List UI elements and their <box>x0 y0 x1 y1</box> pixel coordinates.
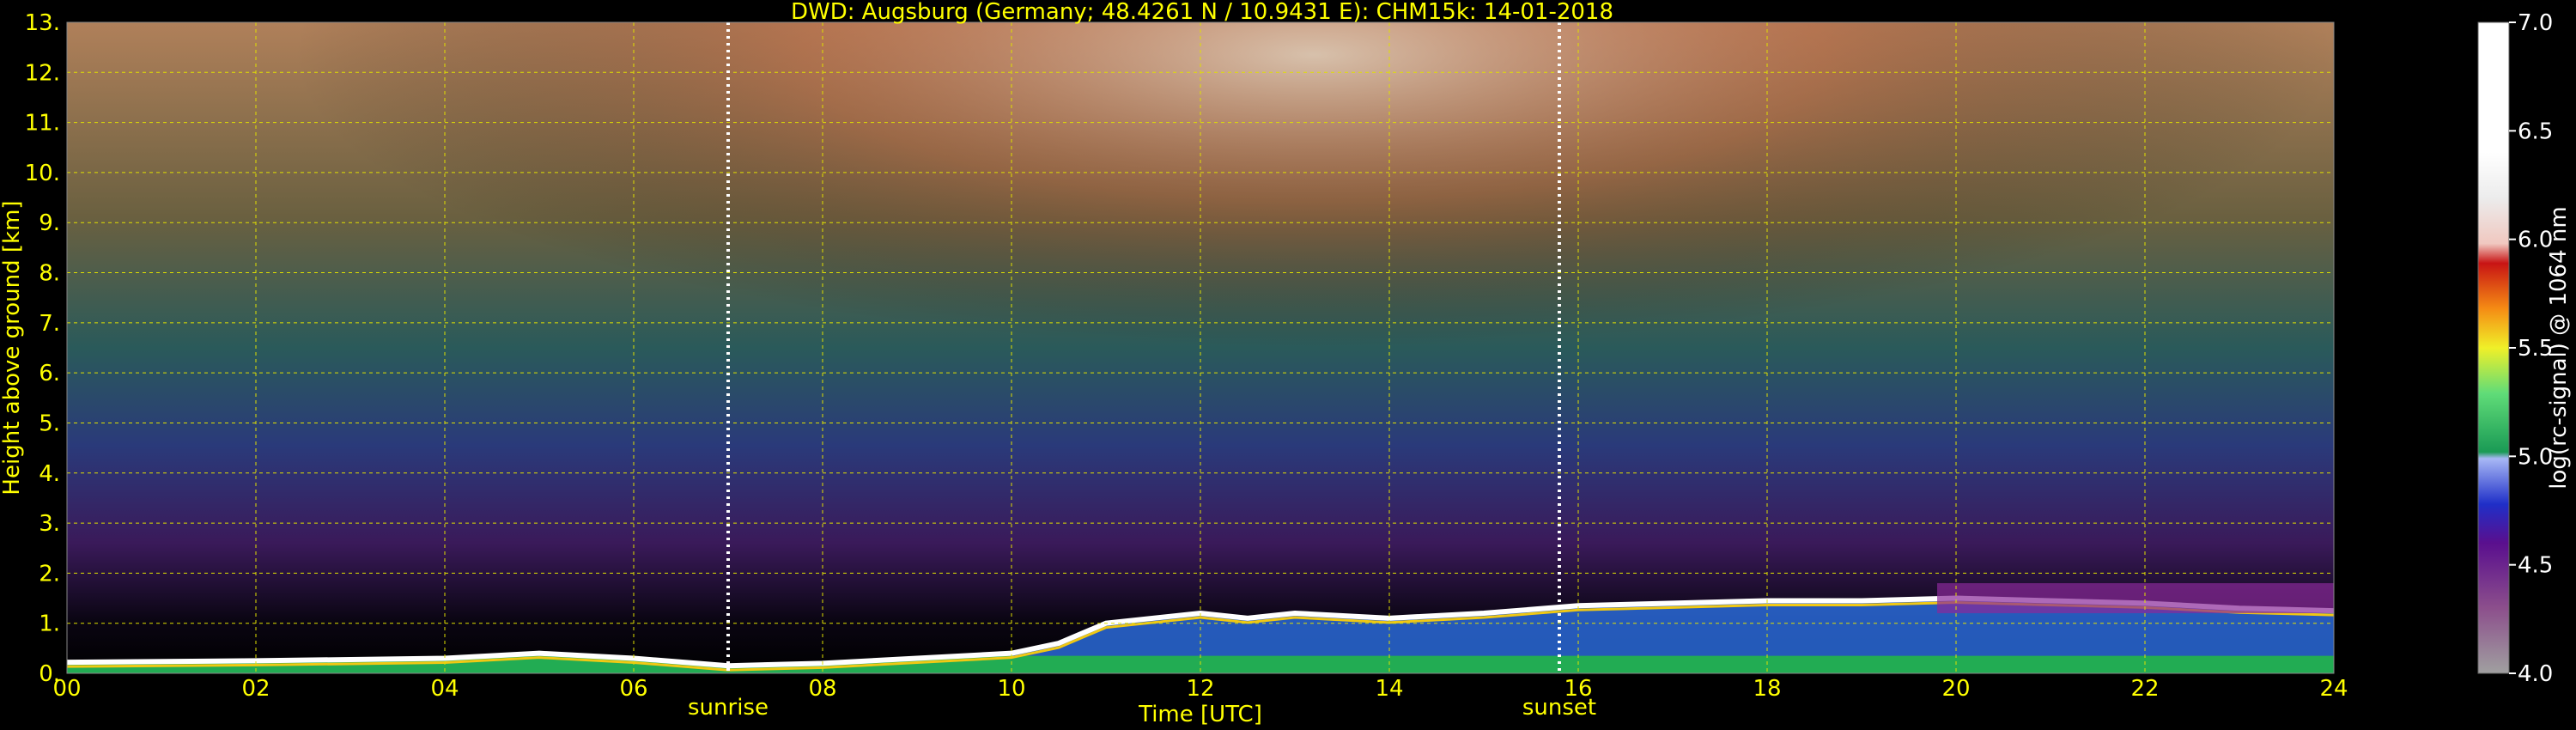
colorbar-tick-label: 4.0 <box>2518 661 2553 687</box>
y-tick-label: 10. <box>25 161 60 186</box>
y-tick-label: 11. <box>25 111 60 137</box>
x-tick-label: 08 <box>808 676 836 702</box>
x-tick-label: 18 <box>1753 676 1781 702</box>
y-tick-label: 6. <box>39 361 60 386</box>
x-tick-label: 10 <box>997 676 1025 702</box>
colorbar-scale <box>2477 21 2510 674</box>
chart-title: DWD: Augsburg (Germany; 48.4261 N / 10.9… <box>791 0 1613 25</box>
y-tick-label: 9. <box>39 210 60 236</box>
sun-annotation-label: sunrise <box>688 695 769 721</box>
y-axis-label: Height above ground [km] <box>0 200 25 495</box>
colorbar-tick-label: 7.0 <box>2518 10 2553 36</box>
y-tick-label: 2. <box>39 561 60 587</box>
y-tick-label: 7. <box>39 311 60 337</box>
y-tick-label: 12. <box>25 60 60 86</box>
y-tick-label: 4. <box>39 461 60 487</box>
y-tick-label: 13. <box>25 10 60 36</box>
x-tick-label: 02 <box>241 676 270 702</box>
colorbar-tick-label: 4.5 <box>2518 553 2553 579</box>
x-tick-label: 06 <box>619 676 647 702</box>
x-tick-label: 04 <box>430 676 459 702</box>
x-tick-label: 22 <box>2130 676 2159 702</box>
y-tick-labels: 0. 1. 2. 3. 4. 5. 6. 7. 8. 9. 10. 11. 12. 13. <box>25 10 60 687</box>
y-tick-label: 5. <box>39 411 60 436</box>
x-tick-label: 24 <box>2319 676 2348 702</box>
colorbar: 4.04.55.05.56.06.57.0 log(rc-signal) @ 1… <box>2477 10 2572 687</box>
sun-annotation-label: sunset <box>1522 695 1596 721</box>
x-axis-label: Time [UTC] <box>1138 702 1262 727</box>
y-tick-label: 3. <box>39 511 60 537</box>
colorbar-label: log(rc-signal) @ 1064 nm <box>2546 206 2572 489</box>
ceilometer-figure: 00 02 04 06 08 10 12 14 16 18 20 22 24 0.1.2.3.4.5.6… <box>0 0 2572 727</box>
plot-area <box>67 22 2334 673</box>
x-tick-labels: 00 02 04 06 08 10 12 14 16 18 20 22 24 <box>52 676 2348 702</box>
y-tick-label: 0. <box>39 661 60 687</box>
x-tick-label: 20 <box>1941 676 1970 702</box>
y-tick-label: 1. <box>39 611 60 637</box>
y-tick-label: 8. <box>39 261 60 287</box>
x-tick-label: 14 <box>1375 676 1403 702</box>
residual-layer <box>1937 583 2334 614</box>
x-tick-label: 12 <box>1186 676 1214 702</box>
colorbar-tick-label: 6.5 <box>2518 119 2553 144</box>
